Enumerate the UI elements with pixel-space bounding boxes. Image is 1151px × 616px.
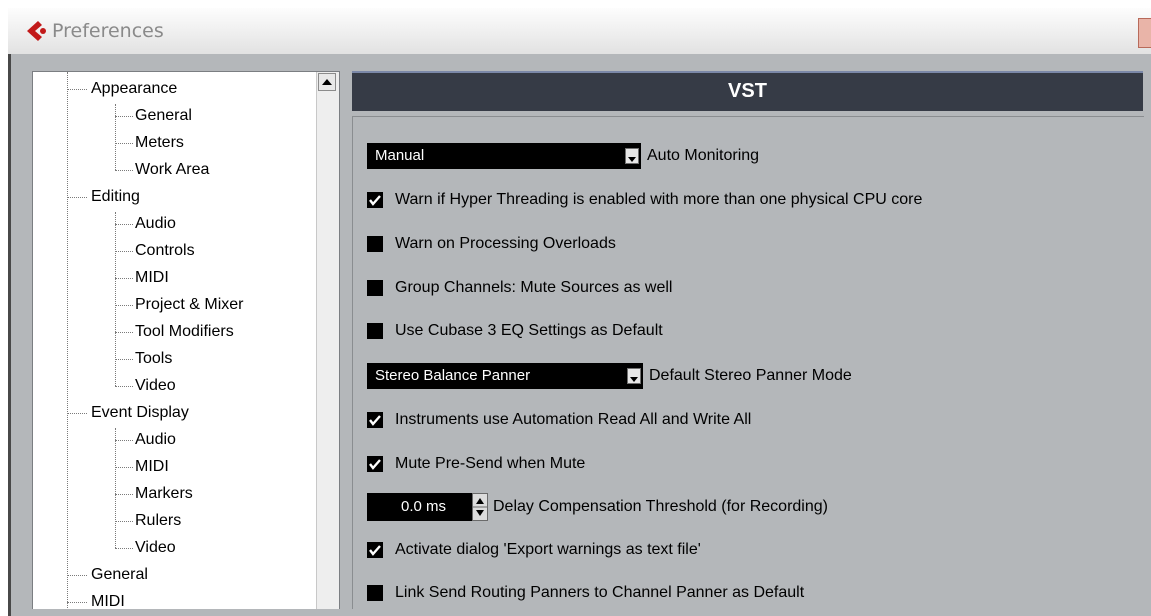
dropdown-value: Stereo Balance Panner — [375, 367, 531, 384]
delay-compensation-row: 0.0 ms Delay Compensation Threshold (for… — [367, 493, 828, 521]
checkmark-icon — [369, 545, 381, 556]
instruments-automation-row[interactable]: Instruments use Automation Read All and … — [367, 407, 751, 433]
stepper-value[interactable]: 0.0 ms — [401, 493, 446, 521]
dropdown-value: Manual — [375, 147, 425, 164]
tree-item-label[interactable]: Controls — [135, 238, 195, 264]
tree-item-label[interactable]: Appearance — [91, 76, 177, 102]
preferences-tree-panel: Appearance General Meters Work Area Edit… — [32, 71, 340, 609]
tree-item-label[interactable]: Work Area — [135, 157, 209, 183]
tree-item-label[interactable]: MIDI — [91, 589, 125, 609]
tree-item-label[interactable]: Project & Mixer — [135, 292, 243, 318]
warn-overloads-row[interactable]: Warn on Processing Overloads — [367, 231, 616, 257]
tree-item-label[interactable]: General — [135, 103, 192, 129]
tree-scrollbar[interactable] — [316, 72, 339, 609]
mute-pre-send-row[interactable]: Mute Pre-Send when Mute — [367, 451, 585, 477]
cubase3-eq-row[interactable]: Use Cubase 3 EQ Settings as Default — [367, 318, 663, 344]
warn-overloads-label: Warn on Processing Overloads — [395, 235, 616, 252]
export-warnings-row[interactable]: Activate dialog 'Export warnings as text… — [367, 537, 701, 563]
export-warnings-checkbox[interactable] — [367, 542, 383, 558]
tree-item-label[interactable]: Audio — [135, 211, 176, 237]
tree-item-label[interactable]: Editing — [91, 184, 140, 210]
warn-overloads-checkbox[interactable] — [367, 236, 383, 252]
spin-arrows-icon[interactable] — [472, 493, 488, 521]
link-send-routing-label: Link Send Routing Panners to Channel Pan… — [395, 584, 805, 601]
mute-pre-send-checkbox[interactable] — [367, 456, 383, 472]
scroll-up-button[interactable] — [318, 73, 336, 91]
instruments-automation-label: Instruments use Automation Read All and … — [395, 411, 752, 428]
group-channels-mute-label: Group Channels: Mute Sources as well — [395, 279, 673, 296]
stereo-panner-dropdown[interactable]: Stereo Balance Panner — [367, 363, 643, 389]
cubase-logo-icon — [27, 21, 46, 41]
window-frame-edge — [8, 54, 11, 616]
delay-compensation-stepper[interactable]: 0.0 ms — [367, 493, 488, 521]
warn-hyper-threading-checkbox[interactable] — [367, 192, 383, 208]
link-send-routing-row[interactable]: Link Send Routing Panners to Channel Pan… — [367, 580, 804, 606]
group-channels-mute-row[interactable]: Group Channels: Mute Sources as well — [367, 275, 672, 301]
tree-item-label[interactable]: General — [91, 562, 148, 588]
tree-item-label[interactable]: Meters — [135, 130, 184, 156]
export-warnings-label: Activate dialog 'Export warnings as text… — [395, 541, 701, 558]
auto-monitoring-row: Manual Auto Monitoring — [367, 143, 759, 169]
tree-item-label[interactable]: Markers — [135, 481, 193, 507]
tree-item-label[interactable]: Tool Modifiers — [135, 319, 234, 345]
tree-item-label[interactable]: Rulers — [135, 508, 181, 534]
stereo-panner-row: Stereo Balance Panner Default Stereo Pan… — [367, 363, 852, 389]
auto-monitoring-dropdown[interactable]: Manual — [367, 143, 641, 169]
chevron-down-icon[interactable] — [625, 148, 639, 164]
warn-hyper-threading-row[interactable]: Warn if Hyper Threading is enabled with … — [367, 187, 922, 213]
delay-compensation-label: Delay Compensation Threshold (for Record… — [493, 498, 828, 515]
cubase3-eq-label: Use Cubase 3 EQ Settings as Default — [395, 322, 663, 339]
tree-item-label[interactable]: MIDI — [135, 265, 169, 291]
title-bar[interactable]: Preferences — [8, 8, 1151, 54]
mute-pre-send-label: Mute Pre-Send when Mute — [395, 455, 586, 472]
group-channels-mute-checkbox[interactable] — [367, 280, 383, 296]
tree-item-label[interactable]: MIDI — [135, 454, 169, 480]
checkmark-icon — [369, 415, 381, 426]
section-title: VST — [728, 80, 767, 102]
section-header: VST — [352, 71, 1143, 111]
cubase3-eq-checkbox[interactable] — [367, 323, 383, 339]
tree-item-label[interactable]: Audio — [135, 427, 176, 453]
scroll-up-arrow-icon — [322, 79, 332, 85]
chevron-down-icon[interactable] — [627, 368, 641, 384]
checkmark-icon — [369, 459, 381, 470]
tree-guide-line — [67, 72, 68, 609]
instruments-automation-checkbox[interactable] — [367, 412, 383, 428]
auto-monitoring-label: Auto Monitoring — [647, 147, 760, 164]
stereo-panner-label: Default Stereo Panner Mode — [649, 367, 852, 384]
tree-item-label[interactable]: Event Display — [91, 400, 189, 426]
checkmark-icon — [369, 195, 381, 206]
tree-item-label[interactable]: Tools — [135, 346, 172, 372]
tree-item-label[interactable]: Video — [135, 535, 176, 561]
close-icon[interactable] — [1138, 18, 1151, 48]
tree-item-label[interactable]: Video — [135, 373, 176, 399]
link-send-routing-checkbox[interactable] — [367, 585, 383, 601]
window-title: Preferences — [52, 20, 164, 42]
tree-guide-line — [115, 428, 116, 548]
tree-guide-line — [115, 104, 116, 170]
warn-hyper-threading-label: Warn if Hyper Threading is enabled with … — [395, 191, 923, 208]
